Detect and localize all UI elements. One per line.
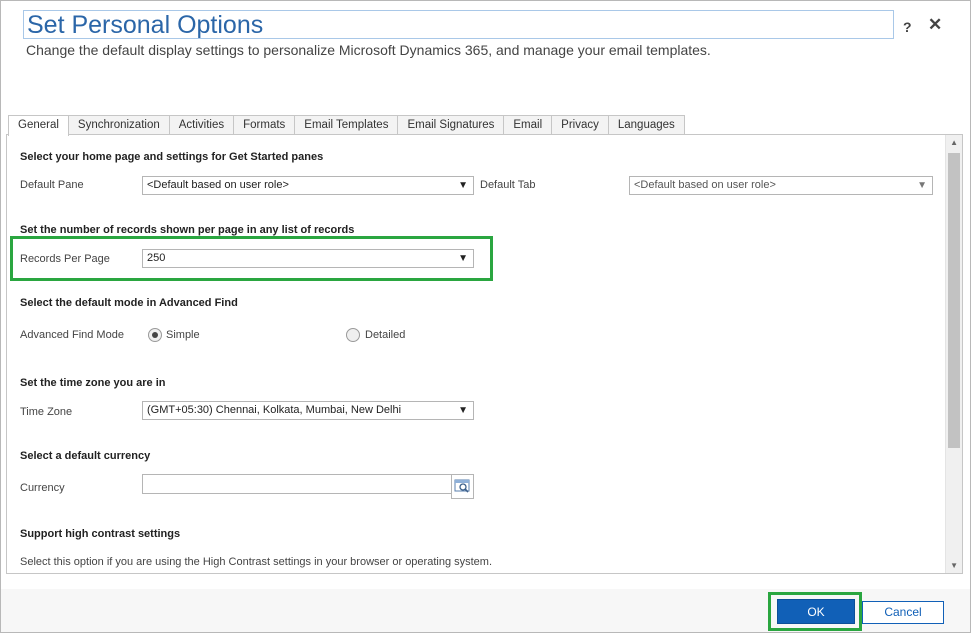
detailed-radio-label: Detailed	[365, 329, 406, 341]
contrast-section-heading: Support high contrast settings	[20, 528, 181, 540]
detailed-radio[interactable]	[346, 328, 360, 342]
advanced-find-section-heading: Select the default mode in Advanced Find	[20, 297, 238, 309]
tab-activities[interactable]: Activities	[168, 115, 235, 135]
tab-privacy[interactable]: Privacy	[551, 115, 609, 135]
records-per-page-value: 250	[147, 252, 166, 264]
simple-radio-label: Simple	[166, 329, 200, 341]
scroll-down-icon[interactable]: ▼	[950, 561, 958, 570]
title-frame: Set Personal Options	[23, 10, 894, 39]
chevron-down-icon: ▼	[458, 180, 468, 191]
tab-email[interactable]: Email	[503, 115, 553, 135]
tab-bar: General Synchronization Activities Forma…	[8, 115, 685, 136]
close-icon[interactable]: ✕	[928, 15, 942, 35]
tab-email-templates[interactable]: Email Templates	[294, 115, 399, 135]
general-tab-panel: Select your home page and settings for G…	[6, 134, 963, 574]
lookup-search-icon[interactable]	[451, 474, 474, 499]
lookup-search-glyph	[454, 479, 470, 493]
default-tab-value: <Default based on user role>	[634, 179, 776, 191]
records-section-heading: Set the number of records shown per page…	[20, 224, 355, 236]
tab-email-signatures[interactable]: Email Signatures	[397, 115, 505, 135]
chevron-down-icon: ▼	[917, 180, 927, 191]
simple-radio[interactable]	[148, 328, 162, 342]
timezone-select[interactable]: (GMT+05:30) Chennai, Kolkata, Mumbai, Ne…	[142, 401, 474, 420]
dialog-subtitle: Change the default display settings to p…	[26, 42, 711, 58]
tab-formats[interactable]: Formats	[233, 115, 296, 135]
scroll-thumb[interactable]	[948, 153, 960, 448]
timezone-section-heading: Set the time zone you are in	[20, 377, 166, 389]
records-per-page-select[interactable]: 250 ▼	[142, 249, 474, 268]
tab-languages[interactable]: Languages	[607, 115, 685, 135]
default-tab-label: Default Tab	[480, 179, 536, 191]
currency-label: Currency	[20, 482, 65, 494]
default-tab-select[interactable]: <Default based on user role> ▼	[629, 176, 933, 195]
set-personal-options-dialog: Set Personal Options Change the default …	[0, 0, 971, 633]
cancel-button[interactable]: Cancel	[862, 601, 944, 624]
contrast-description: Select this option if you are using the …	[20, 556, 493, 568]
home-section-heading: Select your home page and settings for G…	[20, 151, 324, 163]
chevron-down-icon: ▼	[458, 405, 468, 416]
default-pane-label: Default Pane	[20, 179, 84, 191]
vertical-scrollbar[interactable]: ▲ ▼	[945, 135, 962, 573]
scroll-up-icon[interactable]: ▲	[950, 138, 958, 147]
radio-selected-dot	[152, 332, 158, 338]
default-pane-select[interactable]: <Default based on user role> ▼	[142, 176, 474, 195]
currency-lookup-input[interactable]	[142, 474, 474, 494]
records-per-page-label: Records Per Page	[20, 253, 110, 265]
ok-button[interactable]: OK	[777, 599, 855, 624]
default-pane-value: <Default based on user role>	[147, 179, 289, 191]
currency-section-heading: Select a default currency	[20, 450, 151, 462]
dialog-title: Set Personal Options	[27, 11, 264, 39]
chevron-down-icon: ▼	[458, 253, 468, 264]
help-icon[interactable]: ?	[903, 19, 912, 35]
timezone-value: (GMT+05:30) Chennai, Kolkata, Mumbai, Ne…	[147, 404, 402, 416]
tab-general[interactable]: General	[8, 115, 69, 136]
advanced-find-mode-label: Advanced Find Mode	[20, 329, 124, 341]
tab-synchronization[interactable]: Synchronization	[67, 115, 170, 135]
timezone-label: Time Zone	[20, 406, 73, 418]
